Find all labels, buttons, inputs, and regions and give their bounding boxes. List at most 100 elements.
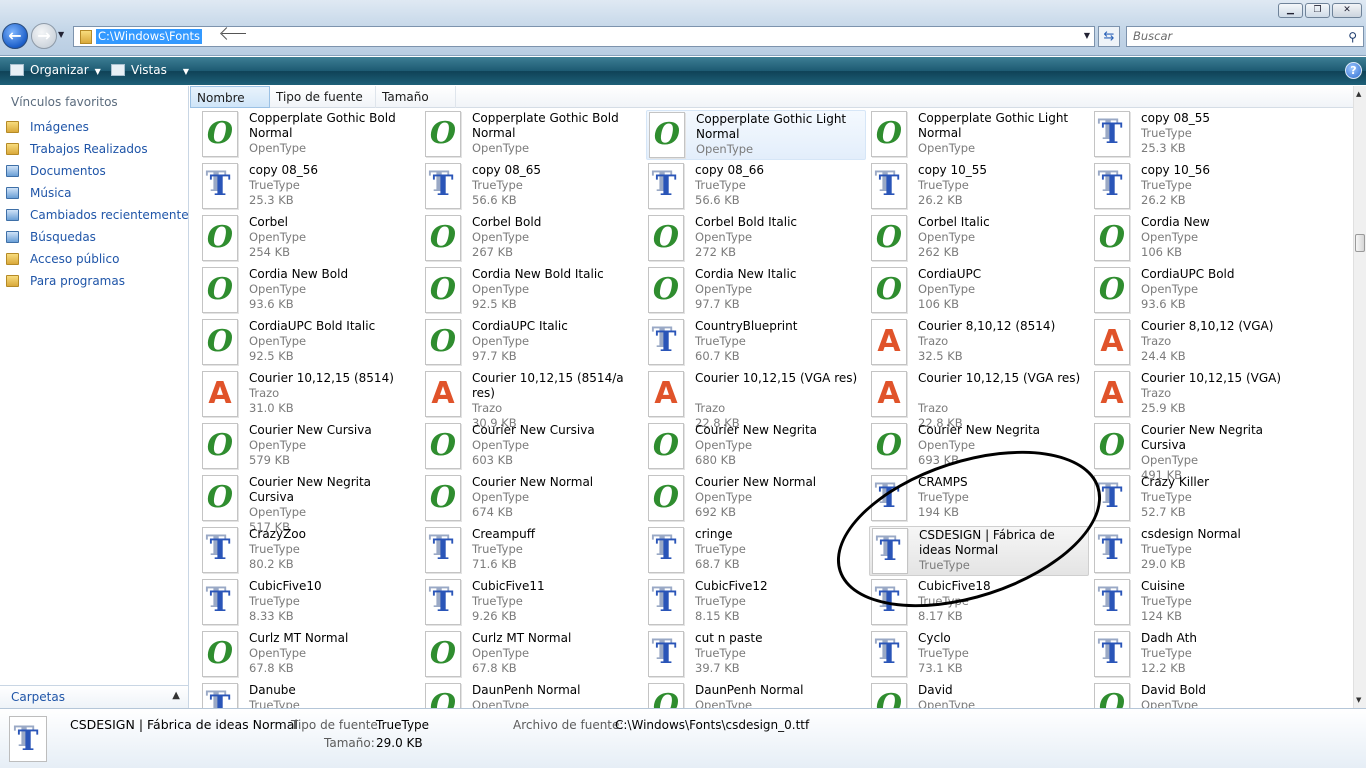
organize-button[interactable]: Organizar ▼ [10, 63, 101, 79]
font-item[interactable]: Tcsdesign Normal TrueType 29.0 KB [1092, 526, 1312, 576]
font-item[interactable]: T Creampuff TrueType 71.6 KB [423, 526, 643, 576]
font-item[interactable]: O Corbel OpenType 254 KB [200, 214, 420, 264]
font-item[interactable]: T CrazyZoo TrueType 80.2 KB [200, 526, 420, 576]
font-item[interactable]: O Courier New Cursiva OpenType 579 KB [200, 422, 420, 472]
font-item[interactable]: T CubicFive18 TrueType 8.17 KB [869, 578, 1089, 628]
font-item[interactable]: O Copperplate Gothic Bold Normal OpenType [200, 110, 420, 160]
font-item[interactable]: O Cordia New Italic OpenType 97.7 KB [646, 266, 866, 316]
font-item[interactable]: O Courier New Negrita OpenType 680 KB [646, 422, 866, 472]
font-item[interactable]: Tcopy 08_55 TrueType 25.3 KB [1092, 110, 1312, 160]
font-item[interactable]: O Courier New Cursiva OpenType 603 KB [423, 422, 643, 472]
font-item[interactable]: O David Bold OpenType [1092, 682, 1312, 708]
font-item[interactable]: Tcopy 10_55 TrueType 26.2 KB [869, 162, 1089, 212]
font-item[interactable]: T CRAMPS TrueType 194 KB [869, 474, 1089, 524]
sidebar-item-recent[interactable]: Cambiados recientemente [6, 205, 189, 225]
folders-toggle[interactable]: Carpetas ▲ [0, 685, 188, 708]
font-item[interactable]: O Courier New Normal OpenType 674 KB [423, 474, 643, 524]
font-item[interactable]: O Copperplate Gothic Light Normal OpenType [869, 110, 1089, 160]
views-button[interactable]: Vistas ▼ [111, 63, 189, 79]
font-item[interactable]: Tcopy 10_56 TrueType 26.2 KB [1092, 162, 1312, 212]
font-item[interactable]: T CubicFive12 TrueType 8.15 KB [646, 578, 866, 628]
font-item[interactable]: A Courier 8,10,12 (8514) Trazo 32.5 KB [869, 318, 1089, 368]
font-item[interactable]: O Copperplate Gothic Bold Normal OpenType [423, 110, 643, 160]
scroll-thumb[interactable] [1355, 234, 1365, 252]
font-item[interactable]: A Courier 10,12,15 (8514/a res) Trazo 30.9 … [423, 370, 643, 430]
sidebar-item-work[interactable]: Trabajos Realizados [6, 139, 148, 159]
search-input[interactable]: Buscar ⚲ [1126, 26, 1364, 47]
sidebar-item-programs[interactable]: Para programas [6, 271, 125, 291]
sidebar-item-pictures[interactable]: Imágenes [6, 117, 89, 137]
search-icon[interactable]: ⚲ [1348, 28, 1357, 47]
font-item[interactable]: A Courier 8,10,12 (VGA) Trazo 24.4 KB [1092, 318, 1312, 368]
font-item[interactable]: T CubicFive10 TrueType 8.33 KB [200, 578, 420, 628]
refresh-button[interactable]: ⇆ [1098, 26, 1120, 47]
opentype-font-icon: O [202, 475, 238, 521]
font-item[interactable]: T Danube TrueType [200, 682, 420, 708]
font-item[interactable]: O Curlz MT Normal OpenType 67.8 KB [200, 630, 420, 680]
font-item[interactable]: T Dadh Ath TrueType 12.2 KB [1092, 630, 1312, 680]
font-item[interactable]: Tcopy 08_65 TrueType 56.6 KB [423, 162, 643, 212]
font-item[interactable]: T CubicFive11 TrueType 9.26 KB [423, 578, 643, 628]
font-size: 29.0 KB [1141, 557, 1186, 571]
font-item[interactable]: O Cordia New Bold Italic OpenType 92.5 KB [423, 266, 643, 316]
font-item[interactable]: O Courier New Negrita Cursiva OpenType 491 … [1092, 422, 1312, 482]
font-item[interactable]: O Corbel Bold Italic OpenType 272 KB [646, 214, 866, 264]
sidebar-item-searches[interactable]: Búsquedas [6, 227, 96, 247]
font-item[interactable]: T Crazy Killer TrueType 52.7 KB [1092, 474, 1312, 524]
forward-button[interactable]: → [31, 23, 57, 49]
font-size: 26.2 KB [918, 193, 963, 207]
font-item[interactable]: O DaunPenh Normal OpenType [423, 682, 643, 708]
font-item[interactable]: Tcringe TrueType 68.7 KB [646, 526, 866, 576]
column-header[interactable]: Tipo de fuente [270, 86, 376, 108]
close-button[interactable]: ✕ [1332, 3, 1362, 18]
column-header[interactable]: Nombre [190, 86, 270, 108]
font-item[interactable]: Tcopy 08_56 TrueType 25.3 KB [200, 162, 420, 212]
font-item[interactable]: O Cordia New OpenType 106 KB [1092, 214, 1312, 264]
column-header[interactable]: Tamaño [376, 86, 456, 108]
vertical-scrollbar[interactable]: ▲ ▼ [1353, 86, 1366, 708]
sidebar-item-public[interactable]: Acceso público [6, 249, 119, 269]
font-item[interactable]: O Copperplate Gothic Light Normal OpenType [646, 110, 866, 160]
font-item[interactable]: O DaunPenh Normal OpenType [646, 682, 866, 708]
font-item[interactable]: O Courier New Normal OpenType 692 KB [646, 474, 866, 524]
font-item[interactable]: T Cyclo TrueType 73.1 KB [869, 630, 1089, 680]
font-item[interactable]: A Courier 10,12,15 (VGA res) Trazo 22.8 KB [869, 370, 1089, 430]
help-button[interactable]: ? [1345, 62, 1362, 79]
font-size: 52.7 KB [1141, 505, 1186, 519]
scroll-up-icon[interactable]: ▲ [1356, 90, 1361, 98]
font-item[interactable]: A Courier 10,12,15 (VGA) Trazo 25.9 KB [1092, 370, 1312, 420]
font-name: Cyclo [918, 631, 951, 645]
special-folder-icon [6, 187, 19, 199]
font-item[interactable]: O Corbel Bold OpenType 267 KB [423, 214, 643, 264]
font-item[interactable]: A Courier 10,12,15 (8514) Trazo 31.0 KB [200, 370, 420, 420]
sidebar-item-music[interactable]: Música [6, 183, 72, 203]
font-item[interactable]: O CordiaUPC Bold Italic OpenType 92.5 KB [200, 318, 420, 368]
font-item[interactable]: O Cordia New Bold OpenType 93.6 KB [200, 266, 420, 316]
truetype-font-icon: T [648, 319, 684, 365]
font-size: 25.9 KB [1141, 401, 1186, 415]
sidebar-item-documents[interactable]: Documentos [6, 161, 106, 181]
font-item[interactable]: Tcut n paste TrueType 39.7 KB [646, 630, 866, 680]
font-item[interactable]: Tcopy 08_66 TrueType 56.6 KB [646, 162, 866, 212]
font-name: copy 08_56 [249, 163, 319, 177]
address-path[interactable]: C:\Windows\Fonts [96, 29, 203, 44]
chevron-down-icon[interactable]: ▼ [1084, 31, 1090, 40]
opentype-font-icon: O [1094, 683, 1130, 708]
recent-pages-dropdown[interactable]: ▼ [58, 30, 64, 39]
font-item[interactable]: O CordiaUPC Bold OpenType 93.6 KB [1092, 266, 1312, 316]
font-item[interactable]: O Curlz MT Normal OpenType 67.8 KB [423, 630, 643, 680]
font-item[interactable]: O CordiaUPC Italic OpenType 97.7 KB [423, 318, 643, 368]
maximize-button[interactable]: ❐ [1305, 3, 1330, 18]
scroll-down-icon[interactable]: ▼ [1356, 696, 1361, 704]
back-button[interactable]: ← [2, 23, 28, 49]
font-item[interactable]: T Cuisine TrueType 124 KB [1092, 578, 1312, 628]
font-item[interactable]: O Courier New Negrita Cursiva OpenType 517 … [200, 474, 420, 534]
minimize-button[interactable]: ▁ [1278, 3, 1303, 18]
font-item[interactable]: O Courier New Negrita OpenType 693 KB [869, 422, 1089, 472]
font-item[interactable]: O Corbel Italic OpenType 262 KB [869, 214, 1089, 264]
font-item[interactable]: A Courier 10,12,15 (VGA res) Trazo 22.8 KB [646, 370, 866, 430]
font-item[interactable]: T CountryBlueprint TrueType 60.7 KB [646, 318, 866, 368]
font-item[interactable]: O David OpenType [869, 682, 1089, 708]
font-item[interactable]: O CordiaUPC OpenType 106 KB [869, 266, 1089, 316]
font-item[interactable]: T CSDESIGN | Fábrica de ideas Normal TrueT… [869, 526, 1089, 576]
